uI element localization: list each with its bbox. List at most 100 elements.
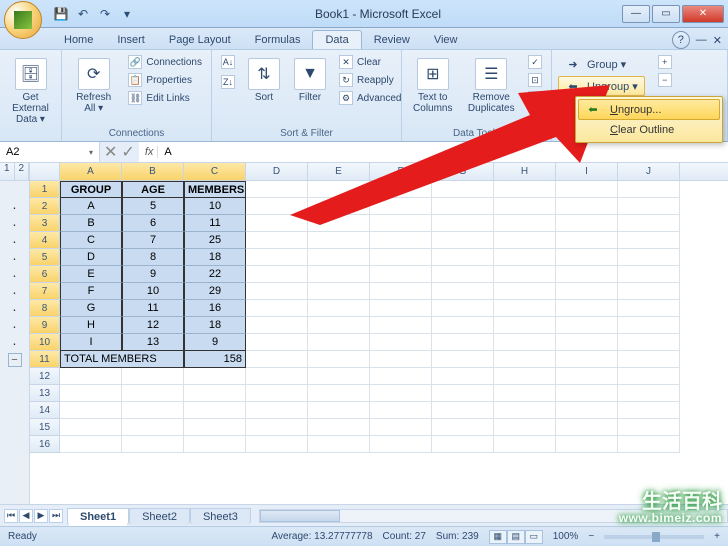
- get-external-data-button[interactable]: 🗄 Get External Data ▾: [6, 54, 55, 129]
- cell-C14[interactable]: [184, 402, 246, 419]
- cell-E14[interactable]: [308, 402, 370, 419]
- cell-H16[interactable]: [494, 436, 556, 453]
- cell-F2[interactable]: [370, 198, 432, 215]
- cell-D2[interactable]: [246, 198, 308, 215]
- cell-A7[interactable]: F: [60, 283, 122, 300]
- outline-level-1[interactable]: 1: [0, 163, 15, 180]
- cell-A5[interactable]: D: [60, 249, 122, 266]
- cell-G4[interactable]: [432, 232, 494, 249]
- col-header-i[interactable]: I: [556, 163, 618, 180]
- row-header[interactable]: 5: [30, 249, 60, 266]
- cell-F15[interactable]: [370, 419, 432, 436]
- cell-G16[interactable]: [432, 436, 494, 453]
- cell-B2[interactable]: 5: [122, 198, 184, 215]
- row-header[interactable]: 4: [30, 232, 60, 249]
- row-header[interactable]: 8: [30, 300, 60, 317]
- chevron-down-icon[interactable]: ▾: [89, 148, 93, 157]
- col-header-f[interactable]: F: [370, 163, 432, 180]
- cell-F9[interactable]: [370, 317, 432, 334]
- enter-formula-icon[interactable]: ✓: [121, 142, 134, 162]
- cell-E13[interactable]: [308, 385, 370, 402]
- cell-J7[interactable]: [618, 283, 680, 300]
- cell-J8[interactable]: [618, 300, 680, 317]
- cell-A15[interactable]: [60, 419, 122, 436]
- cell-A16[interactable]: [60, 436, 122, 453]
- cell-A6[interactable]: E: [60, 266, 122, 283]
- sheet-tab-3[interactable]: Sheet3: [190, 508, 251, 525]
- tab-home[interactable]: Home: [52, 31, 105, 49]
- cell-G14[interactable]: [432, 402, 494, 419]
- cell-D8[interactable]: [246, 300, 308, 317]
- cell-H15[interactable]: [494, 419, 556, 436]
- maximize-button[interactable]: ▭: [652, 5, 680, 23]
- cell-H12[interactable]: [494, 368, 556, 385]
- cell-B16[interactable]: [122, 436, 184, 453]
- cell-D5[interactable]: [246, 249, 308, 266]
- ribbon-minimize-button[interactable]: —: [696, 34, 707, 46]
- cell-B5[interactable]: 8: [122, 249, 184, 266]
- cell-E4[interactable]: [308, 232, 370, 249]
- undo-icon[interactable]: ↶: [74, 5, 92, 23]
- cell-E16[interactable]: [308, 436, 370, 453]
- row-header[interactable]: 9: [30, 317, 60, 334]
- col-header-c[interactable]: C: [184, 163, 246, 180]
- cell-I2[interactable]: [556, 198, 618, 215]
- tab-nav-next-icon[interactable]: ▶: [34, 509, 48, 523]
- zoom-out-button[interactable]: −: [588, 531, 594, 542]
- remove-duplicates-button[interactable]: ☰ Remove Duplicates: [464, 54, 519, 118]
- qat-more-icon[interactable]: ▾: [118, 5, 136, 23]
- cell-C8[interactable]: 16: [184, 300, 246, 317]
- cell-G6[interactable]: [432, 266, 494, 283]
- properties-button[interactable]: 📋Properties: [125, 72, 205, 88]
- cell-H7[interactable]: [494, 283, 556, 300]
- advanced-filter-button[interactable]: ⚙Advanced: [336, 90, 404, 106]
- zoom-level[interactable]: 100%: [553, 531, 579, 542]
- cell-I7[interactable]: [556, 283, 618, 300]
- row-header[interactable]: 1: [30, 181, 60, 198]
- cell-J6[interactable]: [618, 266, 680, 283]
- cell-J16[interactable]: [618, 436, 680, 453]
- cell-G5[interactable]: [432, 249, 494, 266]
- cell-H8[interactable]: [494, 300, 556, 317]
- cell-A4[interactable]: C: [60, 232, 122, 249]
- zoom-in-button[interactable]: +: [714, 531, 720, 542]
- text-to-columns-button[interactable]: ⊞ Text to Columns: [408, 54, 458, 118]
- select-all-corner[interactable]: [30, 163, 60, 180]
- cell-C1[interactable]: MEMBERS: [184, 181, 246, 198]
- cell-I6[interactable]: [556, 266, 618, 283]
- cell-E3[interactable]: [308, 215, 370, 232]
- tab-view[interactable]: View: [422, 31, 470, 49]
- cell-D14[interactable]: [246, 402, 308, 419]
- cell-H5[interactable]: [494, 249, 556, 266]
- cell-G10[interactable]: [432, 334, 494, 351]
- row-header[interactable]: 11: [30, 351, 60, 368]
- sort-asc-button[interactable]: A↓: [218, 54, 238, 70]
- cell-A13[interactable]: [60, 385, 122, 402]
- cell-F10[interactable]: [370, 334, 432, 351]
- clear-filter-button[interactable]: ✕Clear: [336, 54, 404, 70]
- fx-icon[interactable]: fx: [145, 146, 159, 158]
- ungroup-menu-item[interactable]: ⬅UUngroup...ngroup...: [578, 99, 720, 120]
- cell-G15[interactable]: [432, 419, 494, 436]
- cell-E7[interactable]: [308, 283, 370, 300]
- tab-nav-prev-icon[interactable]: ◀: [19, 509, 33, 523]
- cell-C4[interactable]: 25: [184, 232, 246, 249]
- cell-D13[interactable]: [246, 385, 308, 402]
- cell-B13[interactable]: [122, 385, 184, 402]
- cell-A8[interactable]: G: [60, 300, 122, 317]
- cell-F12[interactable]: [370, 368, 432, 385]
- row-header[interactable]: 10: [30, 334, 60, 351]
- cell-A2[interactable]: A: [60, 198, 122, 215]
- cell-H6[interactable]: [494, 266, 556, 283]
- cell-H4[interactable]: [494, 232, 556, 249]
- row-header[interactable]: 15: [30, 419, 60, 436]
- view-pagebreak-icon[interactable]: ▭: [525, 530, 543, 544]
- cell-A11-B11[interactable]: TOTAL MEMBERS: [60, 351, 184, 368]
- tab-formulas[interactable]: Formulas: [243, 31, 313, 49]
- office-button[interactable]: [4, 1, 42, 39]
- cell-G11[interactable]: [432, 351, 494, 368]
- cell-C13[interactable]: [184, 385, 246, 402]
- cell-E9[interactable]: [308, 317, 370, 334]
- cell-B6[interactable]: 9: [122, 266, 184, 283]
- cell-G1[interactable]: [432, 181, 494, 198]
